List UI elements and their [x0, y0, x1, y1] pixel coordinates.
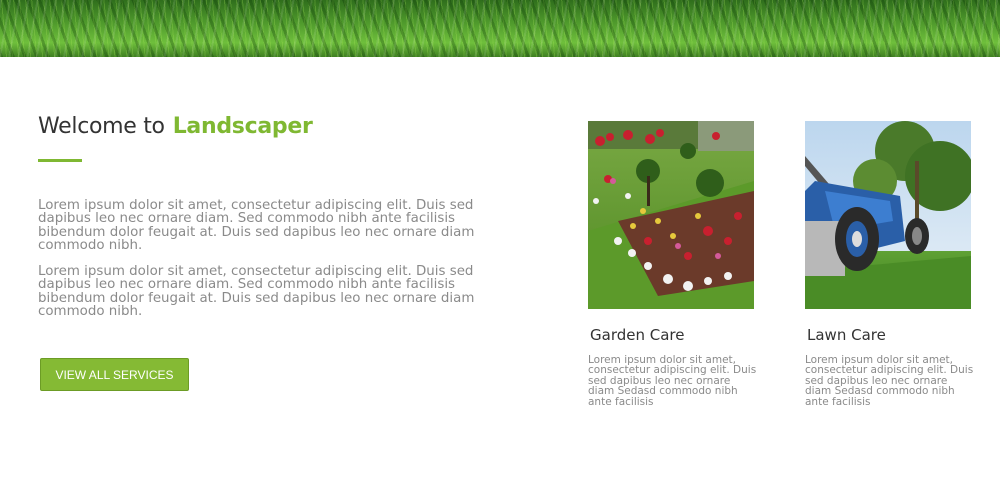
service-description: Lorem ipsum dolor sit amet, consectetur …	[588, 354, 757, 408]
lawn-mower-image[interactable]	[805, 121, 971, 309]
service-card-garden-care[interactable]: Garden Care Lorem ipsum dolor sit amet, …	[588, 121, 756, 407]
service-title[interactable]: Lawn Care	[807, 326, 886, 344]
welcome-prefix: Welcome to	[38, 114, 165, 139]
brand-name: Landscaper	[172, 114, 313, 139]
service-card-lawn-care[interactable]: Lawn Care Lorem ipsum dolor sit amet, co…	[805, 121, 973, 407]
welcome-heading: Welcome to Landscaper	[38, 114, 313, 139]
service-description: Lorem ipsum dolor sit amet, consectetur …	[805, 354, 974, 408]
intro-paragraph: Lorem ipsum dolor sit amet, consectetur …	[38, 264, 475, 320]
title-underline	[38, 159, 82, 162]
view-all-services-button[interactable]: VIEW ALL SERVICES	[40, 358, 189, 391]
intro-paragraph: Lorem ipsum dolor sit amet, consectetur …	[38, 198, 475, 254]
flower-garden-image[interactable]	[588, 121, 754, 309]
grass-banner-image	[0, 0, 1000, 57]
service-title[interactable]: Garden Care	[590, 326, 684, 344]
